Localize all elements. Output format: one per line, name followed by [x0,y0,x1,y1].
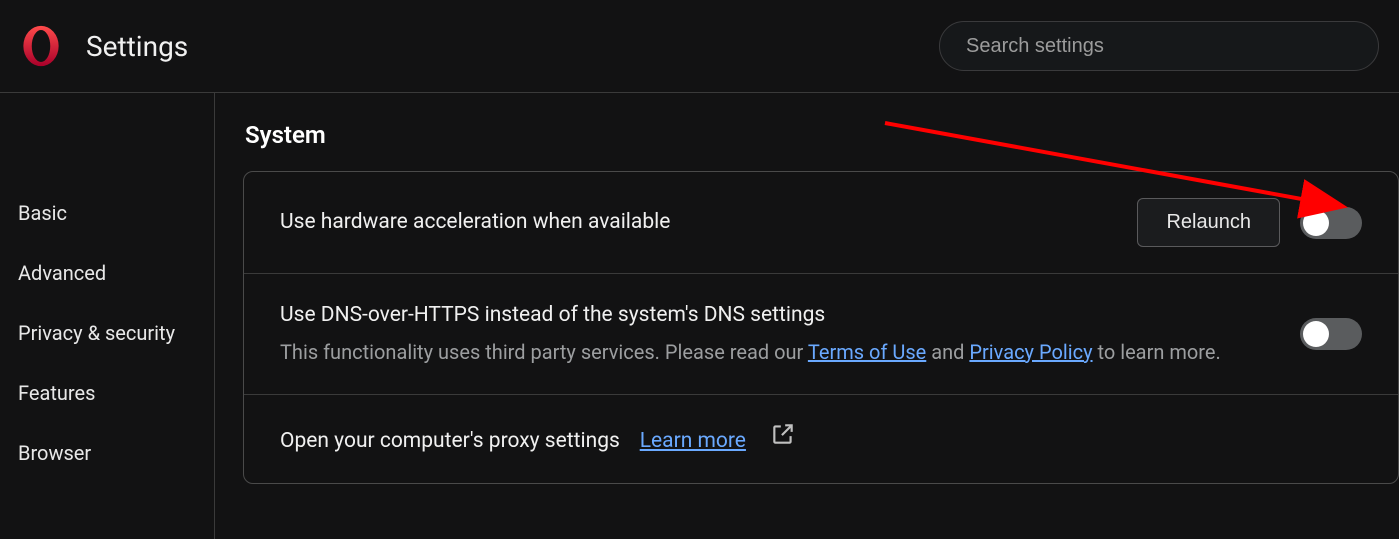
dns-sub-text-b: and [931,340,969,364]
hardware-accel-label: Use hardware acceleration when available [280,207,1117,239]
system-card: Use hardware acceleration when available… [243,171,1399,484]
sidebar-item-advanced[interactable]: Advanced [0,243,214,303]
relaunch-button[interactable]: Relaunch [1137,198,1280,247]
row-hardware-accel: Use hardware acceleration when available… [244,172,1398,274]
row-dns-https: Use DNS-over-HTTPS instead of the system… [244,274,1398,395]
opera-logo-icon [20,25,62,67]
main-content: System Use hardware acceleration when av… [215,93,1399,539]
dns-https-toggle[interactable] [1300,318,1362,350]
sidebar-item-browser[interactable]: Browser [0,423,214,483]
search-input[interactable] [966,35,1352,58]
privacy-policy-link[interactable]: Privacy Policy [969,340,1092,364]
dns-https-description: This functionality uses third party serv… [280,336,1280,368]
dns-https-label: Use DNS-over-HTTPS instead of the system… [280,300,1280,332]
dns-sub-text-c: to learn more. [1098,340,1221,364]
terms-of-use-link[interactable]: Terms of Use [808,340,926,364]
dns-sub-text-a: This functionality uses third party serv… [280,340,808,364]
sidebar-item-features[interactable]: Features [0,363,214,423]
sidebar-item-privacy[interactable]: Privacy & security [0,303,214,363]
row-proxy[interactable]: Open your computer's proxy settings Lear… [244,395,1398,484]
section-title-system: System [243,121,1399,149]
search-container[interactable] [939,21,1379,71]
sidebar: Basic Advanced Privacy & security Featur… [0,93,215,539]
proxy-label: Open your computer's proxy settings [280,429,620,453]
proxy-learn-more-link[interactable]: Learn more [640,429,746,453]
page-title: Settings [86,30,939,63]
sidebar-item-basic[interactable]: Basic [0,183,214,243]
hardware-accel-toggle[interactable] [1300,207,1362,239]
external-link-icon[interactable] [770,421,796,447]
header: Settings [0,0,1399,93]
